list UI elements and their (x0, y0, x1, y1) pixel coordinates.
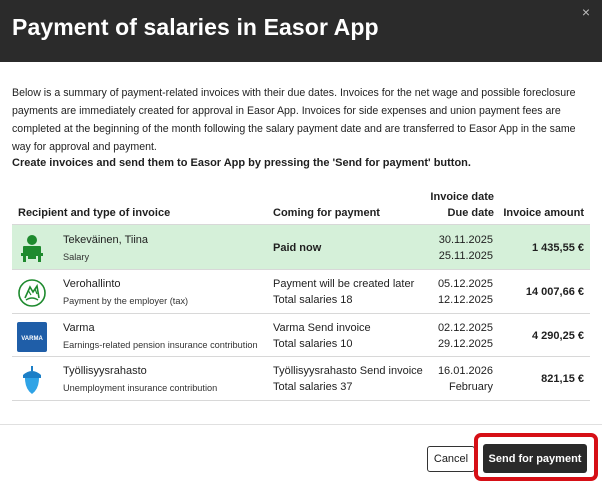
invoice-amount: 14 007,66 € (525, 286, 584, 298)
invoice-date: 16.01.2026 (437, 365, 493, 377)
send-for-payment-button[interactable]: Send for payment (483, 444, 587, 473)
table-row[interactable]: Tekeväinen, Tiina Salary Paid now 30.11.… (12, 225, 590, 270)
column-header-amount: Invoice amount (503, 207, 584, 219)
varma-logo-text: VARMA (21, 336, 43, 342)
acorn-logo-icon (23, 366, 41, 394)
payment-status: Työllisyysrahasto Send invoice (273, 365, 423, 377)
invoice-type: Unemployment insurance contribution (63, 383, 218, 393)
due-date: 12.12.2025 (437, 294, 493, 306)
due-date: 29.12.2025 (437, 338, 493, 350)
recipient-name: Varma (63, 322, 95, 334)
cancel-button[interactable]: Cancel (427, 446, 475, 472)
instruction-text: Create invoices and send them to Easor A… (12, 157, 471, 169)
invoice-type: Earnings-related pension insurance contr… (63, 340, 258, 350)
total-salaries: Total salaries 10 (273, 338, 353, 350)
summary-description: Below is a summary of payment-related in… (12, 87, 576, 153)
person-green-icon (21, 235, 43, 262)
invoice-date: 05.12.2025 (437, 278, 493, 290)
invoice-type: Payment by the employer (tax) (63, 296, 189, 306)
table-row[interactable]: Verohallinto Payment by the employer (ta… (12, 270, 590, 314)
invoice-date: 30.11.2025 (438, 234, 493, 246)
invoice-type: Salary (63, 252, 90, 262)
invoice-date: 02.12.2025 (437, 322, 493, 334)
invoice-amount: 1 435,55 € (532, 242, 584, 254)
close-icon[interactable]: × (582, 4, 590, 20)
dialog-header: Payment of salaries in Easor App × (0, 0, 602, 62)
due-date: February (448, 381, 493, 393)
payment-status: Paid now (273, 242, 322, 254)
varma-logo-icon: VARMA (17, 322, 47, 352)
recipient-name: Verohallinto (63, 278, 121, 290)
total-salaries: Total salaries 37 (273, 381, 353, 393)
payment-status: Payment will be created later (273, 278, 415, 290)
column-header-due-date: Due date (447, 207, 494, 219)
recipient-name: Tekeväinen, Tiina (63, 234, 148, 246)
dialog-title: Payment of salaries in Easor App (12, 14, 379, 40)
total-salaries: Total salaries 18 (273, 294, 353, 306)
invoice-amount: 821,15 € (541, 373, 584, 385)
verohallinto-logo-icon (18, 279, 46, 307)
invoice-amount: 4 290,25 € (532, 330, 584, 342)
recipient-name: Työllisyysrahasto (63, 365, 147, 377)
column-header-recipient: Recipient and type of invoice (18, 207, 171, 219)
table-row[interactable]: Työllisyysrahasto Unemployment insurance… (12, 357, 590, 401)
column-header-coming: Coming for payment (273, 207, 380, 219)
payment-status: Varma Send invoice (273, 322, 371, 334)
column-header-invoice-date: Invoice date (430, 191, 494, 203)
due-date: 25.11.2025 (438, 250, 493, 262)
footer-divider (0, 424, 602, 425)
table-row[interactable]: VARMA Varma Earnings-related pension ins… (12, 314, 590, 357)
